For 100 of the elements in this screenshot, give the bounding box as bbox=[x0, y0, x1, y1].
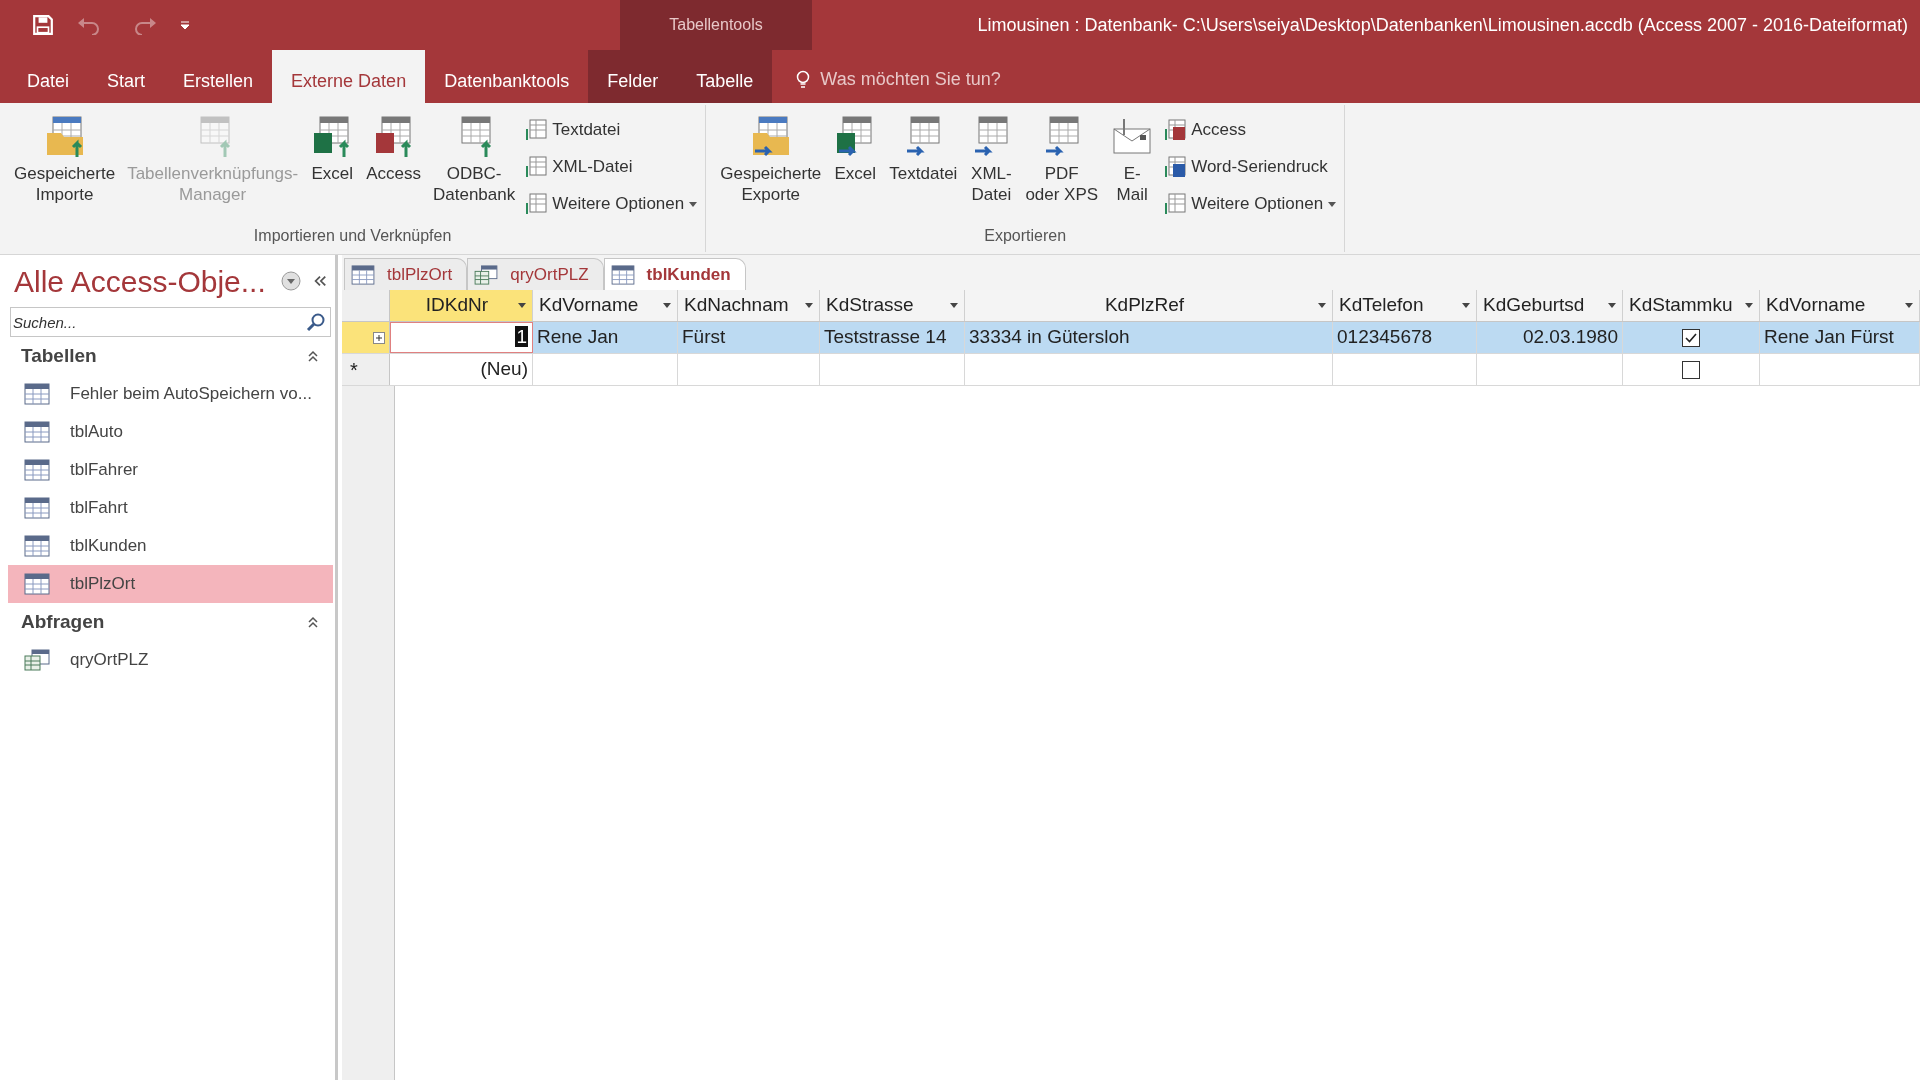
small-table-icon bbox=[1164, 193, 1187, 215]
ribbon-button[interactable]: E- Mail bbox=[1104, 115, 1161, 205]
checkbox[interactable] bbox=[1682, 360, 1700, 379]
ribbon-tab[interactable]: Tabelle bbox=[677, 50, 773, 103]
dropdown-arrow-icon[interactable] bbox=[1318, 303, 1326, 308]
ribbon-group-label: Importieren und Verknüpfen bbox=[253, 226, 452, 246]
navigation-item[interactable]: tblPlzOrt bbox=[8, 565, 333, 603]
table-icon bbox=[610, 264, 635, 285]
group-header: Tabellen bbox=[21, 343, 98, 368]
column-header[interactable]: KdStrasse bbox=[820, 290, 965, 321]
new-record-marker: * bbox=[349, 357, 358, 383]
caret-icon bbox=[689, 201, 698, 207]
table-cell-text: 1 bbox=[514, 325, 529, 350]
ribbon-button[interactable]: PDF oder XPS bbox=[1019, 115, 1105, 205]
navigation-item[interactable]: Fehler beim AutoSpeichern vo... bbox=[8, 375, 333, 413]
navigation-item[interactable]: qryOrtPLZ bbox=[8, 641, 333, 679]
column-header[interactable]: KdVorname bbox=[1760, 290, 1920, 321]
table-icon bbox=[351, 264, 375, 285]
dropdown-arrow-icon[interactable] bbox=[950, 303, 958, 308]
navigation-item[interactable]: tblFahrt bbox=[8, 489, 333, 527]
collapse-pane-icon[interactable] bbox=[313, 274, 327, 288]
table-cell-text: Teststrasse 14 bbox=[823, 325, 948, 350]
ribbon-small-button[interactable]: XML-Datei bbox=[525, 152, 698, 182]
ribbon-small-button[interactable]: Weitere Optionen bbox=[525, 189, 698, 219]
checkbox[interactable] bbox=[1682, 328, 1700, 347]
ribbon-tab[interactable]: Datenbanktools bbox=[425, 50, 589, 103]
document-tab[interactable]: tblPlzOrt bbox=[344, 258, 468, 290]
navigation-item[interactable]: tblKunden bbox=[8, 527, 333, 565]
save-icon[interactable] bbox=[32, 14, 54, 36]
table-icon bbox=[24, 383, 50, 405]
column-header[interactable]: KdGeburtsd bbox=[1477, 290, 1623, 321]
ribbon-button[interactable]: Gespeicherte Exporte bbox=[714, 115, 828, 205]
ribbon-button[interactable]: Gespeicherte Importe bbox=[8, 115, 122, 205]
expand-icon[interactable] bbox=[373, 331, 385, 344]
column-header[interactable]: KdVorname bbox=[533, 290, 678, 321]
small-table-icon bbox=[525, 193, 548, 215]
table-icon bbox=[24, 573, 50, 595]
table-cell-text: 012345678 bbox=[1336, 325, 1434, 350]
navigation-item[interactable]: tblFahrer bbox=[8, 451, 333, 489]
column-header[interactable]: KdPlzRef bbox=[965, 290, 1333, 321]
table-cell-text: (Neu) bbox=[479, 357, 529, 382]
caret-icon bbox=[1328, 201, 1337, 207]
small-table-icon bbox=[525, 119, 548, 141]
ribbon-button[interactable]: XML- Datei bbox=[963, 115, 1020, 205]
column-header[interactable]: IDKdNr bbox=[390, 290, 533, 321]
ribbon-group-label: Exportieren bbox=[984, 226, 1067, 246]
ribbon-button[interactable]: ODBC- Datenbank bbox=[427, 115, 522, 205]
ribbon-button[interactable]: Excel bbox=[827, 115, 884, 184]
window-title: Limousinen : Datenbank- C:\Users\seiya\Desktop\Datenbanken\Limousinen.accdb (Access 2007 - 2016-Dateiformat) bbox=[976, 13, 1909, 37]
ribbon-button[interactable]: Excel bbox=[304, 115, 361, 184]
ribbon-small-button[interactable]: Weitere Optionen bbox=[1164, 189, 1337, 219]
table-icon bbox=[24, 459, 50, 481]
table-icon bbox=[24, 497, 50, 519]
document-tab[interactable]: qryOrtPLZ bbox=[467, 258, 604, 290]
search-icon[interactable] bbox=[306, 312, 326, 332]
table-cell-text: Rene Jan bbox=[536, 325, 620, 350]
ribbon-tab[interactable]: Datei bbox=[8, 50, 89, 103]
table-cell-text: 33334 in Gütersloh bbox=[968, 325, 1131, 350]
search-field[interactable]: Suchen... bbox=[10, 307, 331, 337]
column-header[interactable]: KdNachnam bbox=[678, 290, 820, 321]
record-selector[interactable] bbox=[342, 322, 390, 353]
dropdown-icon[interactable] bbox=[281, 271, 301, 291]
navigation-item[interactable]: tblAuto bbox=[8, 413, 333, 451]
tell-me-field[interactable]: Was möchten Sie tun? bbox=[772, 50, 1001, 103]
table-row[interactable]: 1 Rene Jan Fürst Teststrasse 14 33334 in Gütersloh 012345678 02.03.1980 Rene Jan Fürst bbox=[342, 322, 1920, 354]
ribbon-tab[interactable]: Externe Daten bbox=[272, 50, 426, 103]
ribbon-tab[interactable]: Start bbox=[88, 50, 165, 103]
ribbon-tab[interactable]: Erstellen bbox=[164, 50, 273, 103]
collapse-icon[interactable] bbox=[307, 616, 319, 628]
small-table-icon bbox=[525, 156, 548, 178]
ribbon-small-button[interactable]: Textdatei bbox=[525, 115, 698, 145]
dropdown-arrow-icon[interactable] bbox=[805, 303, 813, 308]
ribbon-tab[interactable]: Felder bbox=[588, 50, 678, 103]
ribbon-button[interactable]: Access bbox=[360, 115, 427, 184]
record-selector[interactable]: * bbox=[342, 354, 390, 385]
dropdown-arrow-icon[interactable] bbox=[1905, 303, 1913, 308]
column-header[interactable]: KdStammku bbox=[1623, 290, 1760, 321]
contextual-group-header: Tabellentools bbox=[620, 0, 812, 50]
ribbon-button[interactable]: Textdatei bbox=[883, 115, 964, 184]
collapse-icon[interactable] bbox=[307, 350, 319, 362]
dropdown-arrow-icon[interactable] bbox=[663, 303, 671, 308]
table-icon bbox=[24, 535, 50, 557]
document-tab[interactable]: tblKunden bbox=[603, 258, 746, 290]
table-icon bbox=[24, 421, 50, 443]
small-table-icon bbox=[1164, 156, 1187, 178]
dropdown-arrow-icon[interactable] bbox=[1462, 303, 1470, 308]
column-header[interactable]: KdTelefon bbox=[1333, 290, 1477, 321]
ribbon-small-button[interactable]: Word-Seriendruck bbox=[1164, 152, 1337, 182]
customize-icon[interactable] bbox=[180, 20, 190, 30]
navigation-pane-title: Alle Access-Obje... bbox=[14, 263, 267, 300]
table-cell-text: Fürst bbox=[681, 325, 727, 350]
dropdown-arrow-icon[interactable] bbox=[518, 303, 526, 308]
dropdown-arrow-icon[interactable] bbox=[1608, 303, 1616, 308]
dropdown-arrow-icon[interactable] bbox=[1745, 303, 1753, 308]
table-row[interactable]: * (Neu) bbox=[342, 354, 1920, 386]
ribbon-small-button[interactable]: Access bbox=[1164, 115, 1337, 145]
query-icon bbox=[474, 264, 499, 285]
small-table-icon bbox=[1164, 119, 1187, 141]
table-cell-text: 02.03.1980 bbox=[1521, 325, 1619, 350]
table-cell-text: Rene Jan Fürst bbox=[1763, 325, 1895, 350]
